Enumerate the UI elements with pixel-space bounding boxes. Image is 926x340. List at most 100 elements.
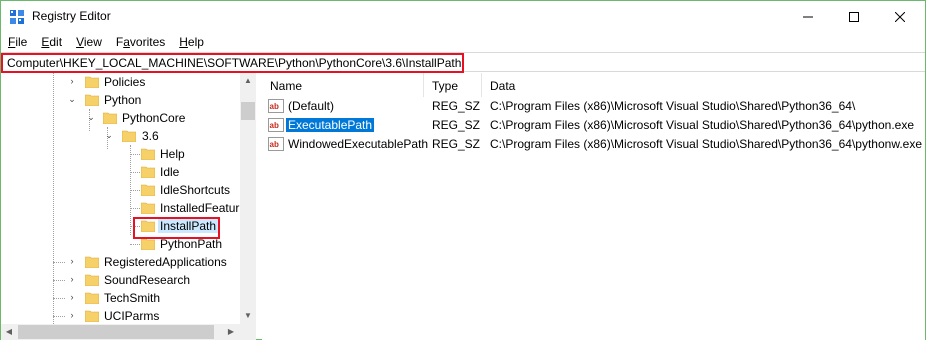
tree-item-soundresearch[interactable]: › SoundResearch: [1, 271, 241, 289]
menu-view-label: iew: [83, 35, 102, 49]
close-button[interactable]: [877, 1, 923, 32]
tree-item-label: Policies: [104, 75, 146, 89]
tree-item-label: 3.6: [142, 129, 159, 143]
tree-item-label: Idle: [160, 165, 180, 179]
value-data: C:\Program Files (x86)\Microsoft Visual …: [490, 99, 856, 113]
value-row-default[interactable]: ab (Default) REG_SZ C:\Program Files (x8…: [262, 97, 925, 116]
tree-item-python[interactable]: ⌄ Python: [1, 91, 241, 109]
tree-item-idleshortcuts[interactable]: IdleShortcuts: [1, 181, 241, 199]
folder-icon: [85, 94, 99, 106]
tree-item-label: InstalledFeatur: [160, 201, 240, 215]
menu-file-label: ile: [15, 35, 28, 49]
registry-editor-window: Registry Editor File Edit View Favorites…: [0, 0, 926, 340]
registry-editor-icon: [10, 10, 24, 24]
value-type: REG_SZ: [432, 99, 481, 113]
tree-item-help[interactable]: Help: [1, 145, 241, 163]
value-type: REG_SZ: [432, 137, 481, 151]
tree-item-idle[interactable]: Idle: [1, 163, 241, 181]
tree-item-label: IdleShortcuts: [160, 183, 231, 197]
chevron-right-icon[interactable]: ›: [67, 76, 77, 86]
folder-icon: [141, 202, 155, 214]
value-name: ExecutablePath: [286, 118, 375, 132]
tree-item-label: Python: [104, 93, 142, 107]
values-list-pane[interactable]: Name Type Data ab (Default) REG_SZ C:\Pr…: [262, 73, 925, 340]
column-header-data[interactable]: Data: [482, 73, 925, 97]
menu-view[interactable]: View: [69, 32, 109, 52]
maximize-icon: [849, 11, 859, 22]
value-type: REG_SZ: [432, 118, 481, 132]
svg-text:ab: ab: [270, 102, 279, 111]
maximize-button[interactable]: [831, 1, 877, 32]
menu-help[interactable]: Help: [172, 32, 211, 52]
folder-icon: [141, 184, 155, 196]
menu-edit[interactable]: Edit: [34, 32, 69, 52]
tree-item-uciparms[interactable]: › UCIParms: [1, 307, 241, 325]
column-header-name[interactable]: Name: [262, 73, 424, 97]
tree-highlight-box: [133, 217, 220, 239]
scroll-thumb[interactable]: [18, 325, 214, 339]
menu-edit-label: dit: [49, 35, 63, 49]
tree-item-label: SoundResearch: [104, 273, 191, 287]
list-header: Name Type Data: [262, 73, 925, 97]
folder-icon: [103, 112, 117, 124]
tree-item-3-6[interactable]: ⌄ 3.6: [1, 127, 241, 145]
value-data: C:\Program Files (x86)\Microsoft Visual …: [490, 118, 914, 132]
folder-icon: [141, 148, 155, 160]
value-name: (Default): [288, 99, 335, 113]
scroll-down-arrow-icon[interactable]: ▼: [240, 308, 256, 324]
chevron-right-icon[interactable]: ›: [67, 274, 77, 284]
scroll-corner: [240, 324, 256, 340]
minimize-button[interactable]: [785, 1, 831, 32]
chevron-down-icon[interactable]: ⌄: [67, 94, 77, 104]
folder-icon: [141, 166, 155, 178]
scroll-thumb[interactable]: [241, 102, 255, 120]
string-value-icon: ab: [268, 118, 284, 132]
tree-item-registeredapplications[interactable]: › RegisteredApplications: [1, 253, 241, 271]
value-name: WindowedExecutablePath: [288, 137, 429, 151]
tree-item-label: Help: [160, 147, 185, 161]
chevron-right-icon[interactable]: ›: [67, 292, 77, 302]
menu-favorites[interactable]: Favorites: [109, 32, 172, 52]
menu-view-mnemonic: V: [76, 35, 84, 49]
value-data: C:\Program Files (x86)\Microsoft Visual …: [490, 137, 922, 151]
tree-item-label: PythonPath: [160, 237, 223, 251]
tree-item-label: RegisteredApplications: [104, 255, 227, 269]
address-highlight-box: [1, 53, 464, 73]
menu-file[interactable]: File: [1, 32, 34, 52]
chevron-right-icon[interactable]: ›: [67, 256, 77, 266]
folder-icon: [85, 274, 99, 286]
menu-bar: File Edit View Favorites Help: [1, 32, 925, 52]
scroll-left-arrow-icon[interactable]: ◀: [1, 324, 17, 340]
folder-icon: [85, 76, 99, 88]
string-value-icon: ab: [268, 99, 284, 113]
chevron-down-icon[interactable]: ⌄: [86, 112, 96, 122]
folder-icon: [85, 256, 99, 268]
tree-vertical-scrollbar[interactable]: ▲ ▼: [240, 73, 256, 324]
window-title: Registry Editor: [32, 9, 111, 23]
tree-horizontal-scrollbar[interactable]: ◀ ▶: [1, 324, 256, 340]
chevron-right-icon[interactable]: ›: [67, 310, 77, 320]
key-tree-pane[interactable]: › Policies ⌄ Python ⌄ PythonCore ⌄ 3.6 H…: [1, 73, 256, 340]
folder-icon: [85, 292, 99, 304]
tree-item-pythoncore[interactable]: ⌄ PythonCore: [1, 109, 241, 127]
svg-text:ab: ab: [270, 121, 279, 130]
tree-item-label: TechSmith: [104, 291, 161, 305]
menu-help-mnemonic: H: [179, 35, 188, 49]
svg-text:ab: ab: [270, 140, 279, 149]
value-row-executablepath[interactable]: ab ExecutablePath REG_SZ C:\Program File…: [262, 116, 925, 135]
scroll-up-arrow-icon[interactable]: ▲: [240, 73, 256, 89]
column-header-type[interactable]: Type: [424, 73, 482, 97]
title-bar[interactable]: Registry Editor: [1, 1, 925, 32]
tree-item-policies[interactable]: › Policies: [1, 73, 241, 91]
tree-item-label: PythonCore: [122, 111, 186, 125]
string-value-icon: ab: [268, 137, 284, 151]
address-bar[interactable]: Computer\HKEY_LOCAL_MACHINE\SOFTWARE\Pyt…: [1, 52, 925, 73]
value-row-windowedexecutablepath[interactable]: ab WindowedExecutablePath REG_SZ C:\Prog…: [262, 135, 925, 154]
tree-item-techsmith[interactable]: › TechSmith: [1, 289, 241, 307]
chevron-down-icon[interactable]: ⌄: [104, 130, 114, 140]
tree-item-label: UCIParms: [104, 309, 160, 323]
scroll-right-arrow-icon[interactable]: ▶: [223, 324, 239, 340]
tree-item-installedfeatures[interactable]: InstalledFeatur: [1, 199, 241, 217]
folder-icon: [122, 130, 136, 142]
menu-help-label: elp: [187, 35, 204, 49]
